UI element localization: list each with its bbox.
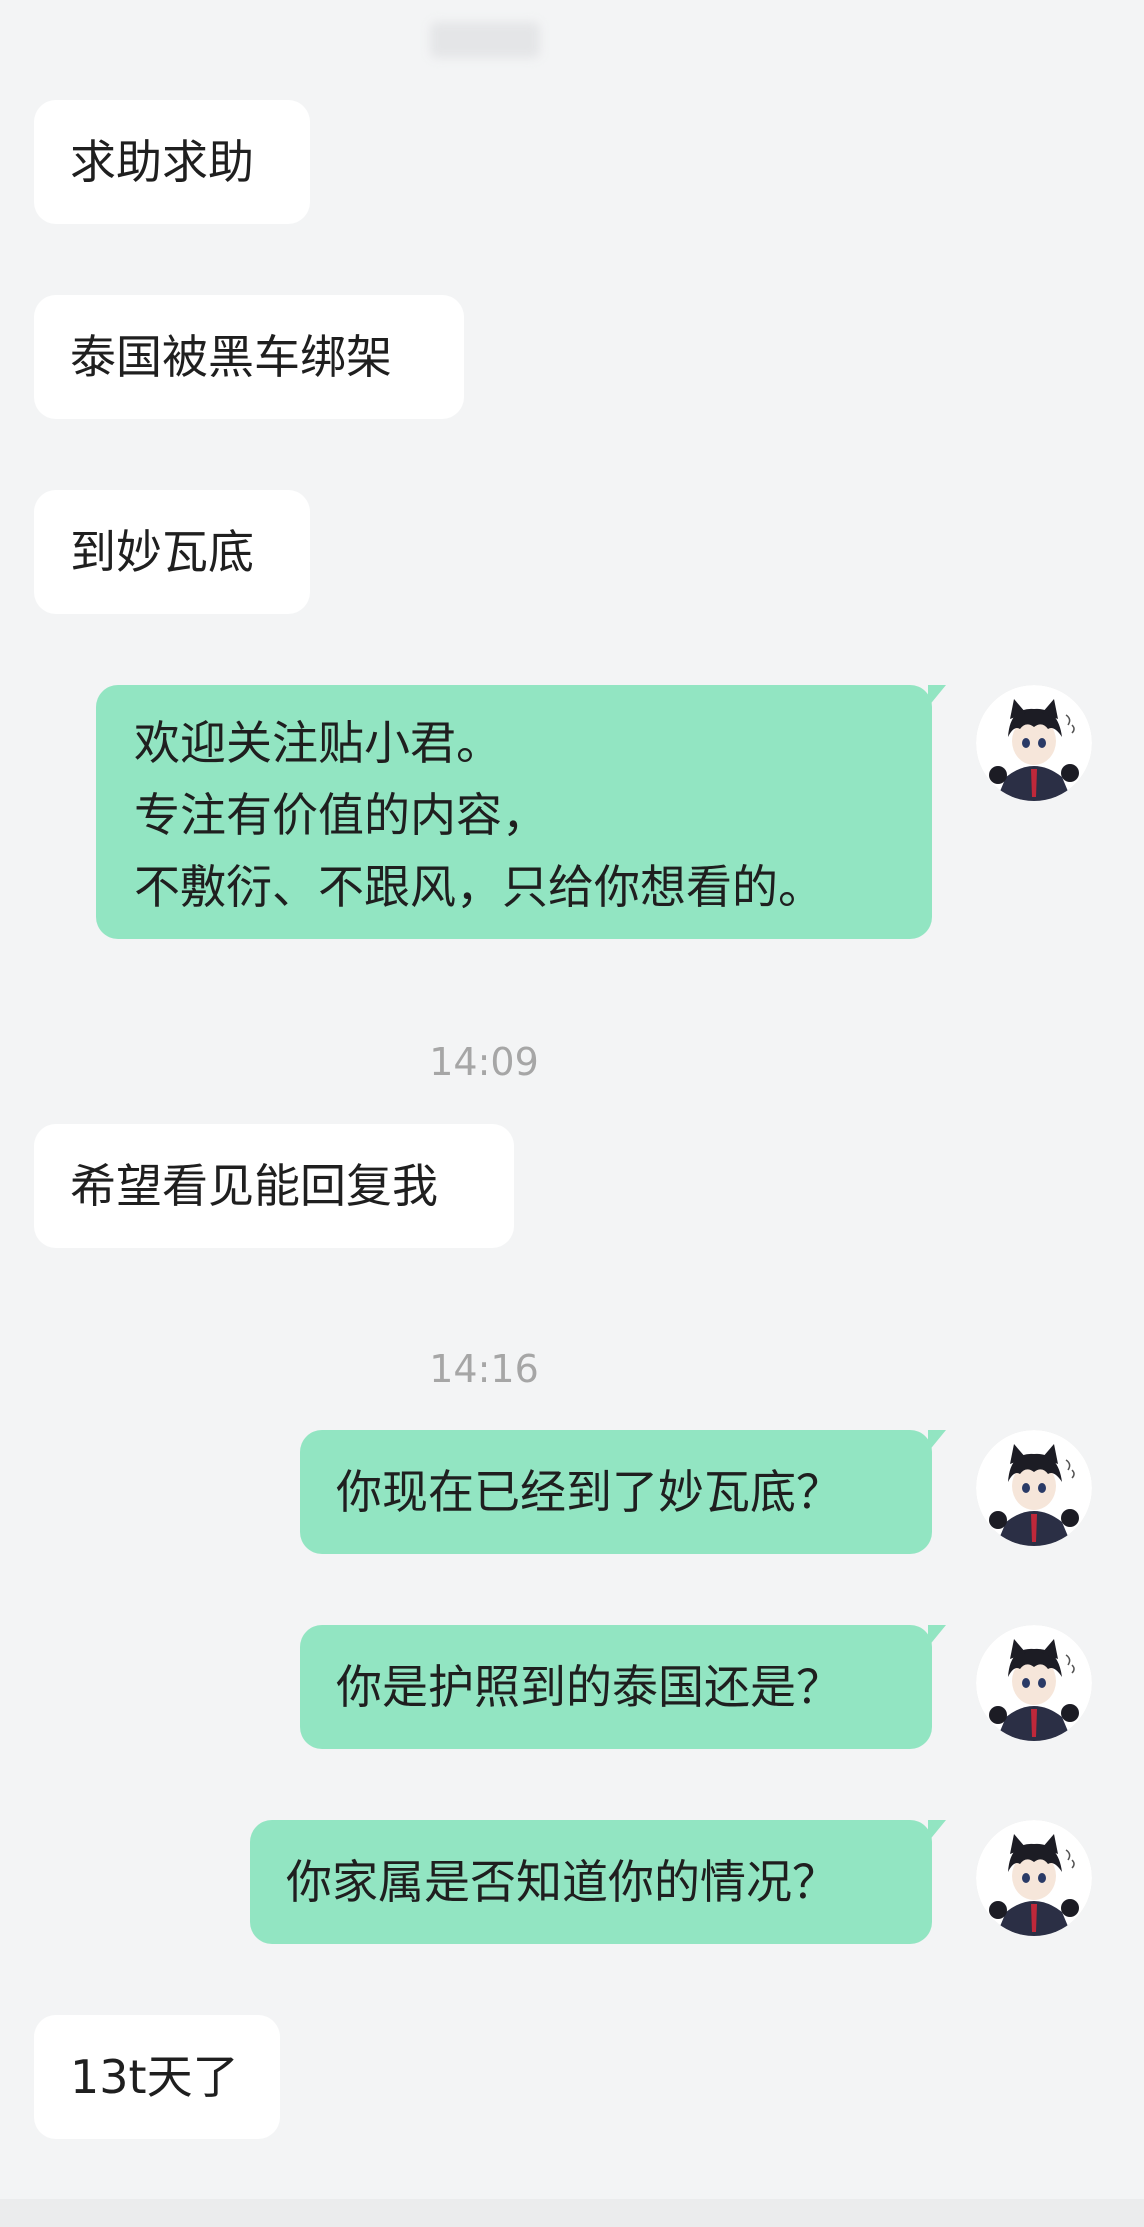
timestamp: 14:09 [429, 1040, 539, 1084]
outgoing-message[interactable]: 你家属是否知道你的情况？ [250, 1820, 946, 1944]
avatar[interactable] [976, 1430, 1092, 1546]
message-line: 欢迎关注贴小君。 [134, 716, 502, 770]
message-text: 你是护照到的泰国还是？ [336, 1660, 842, 1714]
outgoing-message[interactable]: 你现在已经到了妙瓦底？ [300, 1430, 946, 1554]
avatar[interactable] [976, 1820, 1092, 1936]
message-text: 你家属是否知道你的情况？ [286, 1855, 838, 1909]
blurred-contact-name [430, 22, 540, 58]
incoming-message[interactable]: 泰国被黑车绑架 [34, 295, 464, 419]
message-text: 希望看见能回复我 [70, 1159, 438, 1213]
cat-boy-avatar-icon [976, 685, 1092, 801]
timestamp: 14:16 [429, 1347, 539, 1391]
message-text: 求助求助 [70, 135, 254, 189]
incoming-message[interactable]: 13t天了 [34, 2015, 280, 2139]
incoming-message[interactable]: 求助求助 [34, 100, 310, 224]
incoming-message[interactable]: 希望看见能回复我 [34, 1124, 514, 1248]
cat-boy-avatar-icon [976, 1625, 1092, 1741]
message-text: 泰国被黑车绑架 [70, 330, 392, 384]
message-line: 不敷衍、不跟风，只给你想看的。 [134, 860, 824, 914]
message-text: 你现在已经到了妙瓦底？ [336, 1465, 842, 1519]
outgoing-message[interactable]: 欢迎关注贴小君。 专注有价值的内容， 不敷衍、不跟风，只给你想看的。 [96, 685, 946, 939]
incoming-message[interactable]: 到妙瓦底 [34, 490, 310, 614]
avatar[interactable] [976, 685, 1092, 801]
bottom-bar-edge [0, 2199, 1144, 2227]
message-line: 专注有价值的内容， [134, 788, 548, 842]
cat-boy-avatar-icon [976, 1430, 1092, 1546]
cat-boy-avatar-icon [976, 1820, 1092, 1936]
message-text: 13t天了 [70, 2050, 239, 2104]
avatar[interactable] [976, 1625, 1092, 1741]
message-text: 到妙瓦底 [70, 525, 254, 579]
outgoing-message[interactable]: 你是护照到的泰国还是？ [300, 1625, 946, 1749]
